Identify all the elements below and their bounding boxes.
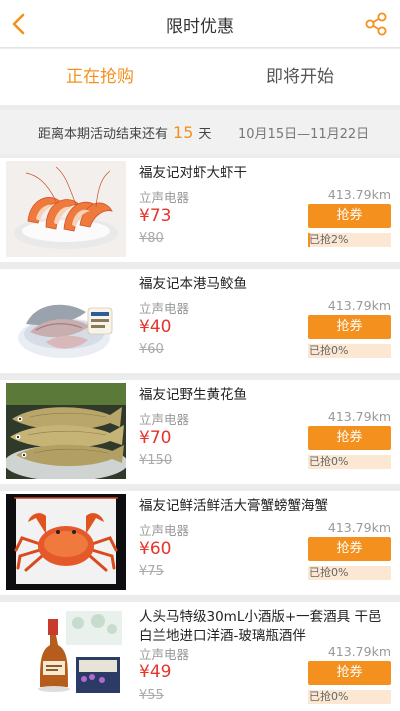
share-button[interactable] <box>360 8 392 40</box>
grab-coupon-button[interactable]: 抢券 <box>308 426 391 450</box>
tab-upcoming[interactable]: 即将开始 <box>200 49 400 105</box>
grab-coupon-button[interactable]: 抢券 <box>308 537 391 561</box>
original-price: ¥150 <box>139 453 173 468</box>
store-name: 立声电器 <box>139 523 190 538</box>
distance: 413.79km <box>327 187 391 202</box>
sale-price: ¥60 <box>139 539 172 559</box>
original-price: ¥75 <box>139 564 164 579</box>
product-image-cognac[interactable] <box>6 605 126 701</box>
product-name: 福友记本港马鲛鱼 <box>139 276 247 292</box>
product-name: 人头马特级30mL小酒版+一套酒具 干邑白兰地进口洋酒-玻璃瓶酒伴 <box>139 609 382 644</box>
distance: 413.79km <box>327 409 391 424</box>
progress-label: 已抢0% <box>309 690 349 703</box>
original-price: ¥55 <box>139 688 164 703</box>
countdown-suffix: 天 <box>198 127 212 142</box>
product-card[interactable]: 福友记鲜活鲜活大膏蟹螃蟹海蟹 立声电器 413.79km ¥60 ¥75 抢券 … <box>0 491 400 595</box>
activity-date-range: 10月15日—11月22日 <box>238 127 370 142</box>
store-name: 立声电器 <box>139 301 190 316</box>
product-card[interactable]: 福友记本港马鲛鱼 立声电器 413.79km ¥40 ¥60 抢券 已抢0% <box>0 269 400 373</box>
original-price: ¥60 <box>139 342 164 357</box>
tab-ongoing[interactable]: 正在抢购 <box>0 49 200 105</box>
product-card[interactable]: 人头马特级30mL小酒版+一套酒具 干邑白兰地进口洋酒-玻璃瓶酒伴 立声电器 4… <box>0 602 400 711</box>
progress-label: 已抢2% <box>309 233 349 246</box>
product-image-crab[interactable] <box>6 494 126 590</box>
progress-bar: 已抢0% <box>308 690 391 704</box>
sale-price: ¥73 <box>139 206 172 226</box>
countdown-days: 15 <box>173 123 194 142</box>
store-name: 立声电器 <box>139 647 190 662</box>
product-name: 福友记鲜活鲜活大膏蟹螃蟹海蟹 <box>139 498 328 514</box>
progress-label: 已抢0% <box>309 566 349 579</box>
progress-bar: 已抢0% <box>308 566 391 580</box>
product-list: 福友记对虾大虾干 立声电器 413.79km ¥73 ¥80 抢券 已抢2% 福… <box>0 158 400 711</box>
progress-bar: 已抢2% <box>308 233 391 247</box>
product-card[interactable]: 福友记对虾大虾干 立声电器 413.79km ¥73 ¥80 抢券 已抢2% <box>0 158 400 262</box>
product-image-shrimp[interactable] <box>6 161 126 257</box>
progress-bar: 已抢0% <box>308 455 391 469</box>
distance: 413.79km <box>327 298 391 313</box>
distance: 413.79km <box>327 644 391 659</box>
product-image-mackerel[interactable] <box>6 272 126 368</box>
countdown-banner: 距离本期活动结束还有 15 天 10月15日—11月22日 <box>0 110 400 154</box>
top-bar: 限时优惠 <box>0 0 400 48</box>
progress-bar: 已抢0% <box>308 344 391 358</box>
grab-coupon-button[interactable]: 抢券 <box>308 315 391 339</box>
distance: 413.79km <box>327 520 391 535</box>
progress-label: 已抢0% <box>309 455 349 468</box>
progress-label: 已抢0% <box>309 344 349 357</box>
product-image-croaker[interactable] <box>6 383 126 479</box>
product-name: 福友记野生黄花鱼 <box>139 387 247 403</box>
store-name: 立声电器 <box>139 190 190 205</box>
share-icon <box>365 12 387 36</box>
product-name: 福友记对虾大虾干 <box>139 165 247 181</box>
tab-bar: 正在抢购 即将开始 <box>0 49 400 105</box>
sale-price: ¥49 <box>139 662 172 682</box>
sale-price: ¥40 <box>139 317 172 337</box>
countdown-prefix: 距离本期活动结束还有 <box>38 127 169 142</box>
store-name: 立声电器 <box>139 412 190 427</box>
original-price: ¥80 <box>139 231 164 246</box>
page-title: 限时优惠 <box>166 17 234 37</box>
grab-coupon-button[interactable]: 抢券 <box>308 661 391 685</box>
countdown-text: 距离本期活动结束还有 15 天 <box>38 123 211 142</box>
grab-coupon-button[interactable]: 抢券 <box>308 204 391 228</box>
sale-price: ¥70 <box>139 428 172 448</box>
product-card[interactable]: 福友记野生黄花鱼 立声电器 413.79km ¥70 ¥150 抢券 已抢0% <box>0 380 400 484</box>
